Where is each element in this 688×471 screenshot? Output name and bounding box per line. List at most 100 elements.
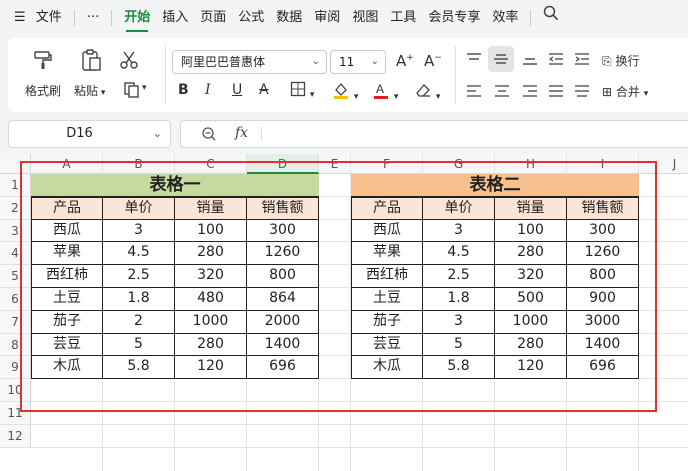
- table2-cell[interactable]: 西瓜: [351, 219, 423, 243]
- table2-cell[interactable]: 3000: [567, 310, 639, 334]
- table2-cell[interactable]: 土豆: [351, 288, 423, 311]
- merge-cells-button[interactable]: ⊞ 合并 ▾: [602, 83, 648, 100]
- row-header-5[interactable]: 5: [0, 265, 31, 288]
- increase-font-icon[interactable]: A+: [396, 52, 414, 70]
- table1-cell[interactable]: 800: [247, 265, 319, 288]
- column-header-a[interactable]: A: [31, 154, 103, 174]
- table2-cell[interactable]: 1.8: [423, 288, 495, 311]
- row-header-8[interactable]: 8: [0, 333, 31, 357]
- font-name-select[interactable]: 阿里巴巴普惠体 ⌄: [172, 50, 327, 74]
- table2-header-cell[interactable]: 销量: [495, 196, 567, 220]
- row-header-11[interactable]: 11: [0, 402, 31, 425]
- table2-cell[interactable]: 1000: [495, 310, 567, 334]
- row-header-2[interactable]: 2: [0, 196, 31, 220]
- table1-cell[interactable]: 5.8: [103, 356, 175, 380]
- indent-increase-icon[interactable]: [574, 52, 590, 69]
- row-header-3[interactable]: 3: [0, 219, 31, 243]
- table2-title[interactable]: 表格二: [351, 174, 639, 197]
- row-header-7[interactable]: 7: [0, 310, 31, 334]
- table1-cell[interactable]: 2000: [247, 310, 319, 334]
- decrease-font-icon[interactable]: A−: [424, 52, 442, 70]
- column-header-e[interactable]: E: [319, 154, 351, 174]
- row-header-12[interactable]: 12: [0, 424, 31, 448]
- table2-cell[interactable]: 1400: [567, 333, 639, 357]
- column-header-f[interactable]: F: [351, 154, 423, 174]
- align-middle-icon[interactable]: [488, 46, 514, 72]
- tab-page[interactable]: 页面: [194, 0, 232, 36]
- tab-tools[interactable]: 工具: [384, 0, 422, 36]
- table2-header-cell[interactable]: 产品: [351, 196, 423, 220]
- paste-icon[interactable]: [78, 48, 104, 72]
- tab-efficiency[interactable]: 效率: [486, 0, 524, 36]
- table1-cell[interactable]: 4.5: [103, 242, 175, 266]
- table1-header-cell[interactable]: 产品: [31, 196, 103, 220]
- table1-header-cell[interactable]: 单价: [103, 196, 175, 220]
- column-header-b[interactable]: B: [103, 154, 175, 174]
- table1-cell[interactable]: 1.8: [103, 288, 175, 311]
- table1-cell[interactable]: 696: [247, 356, 319, 380]
- format-painter-label[interactable]: 格式刷: [25, 82, 61, 99]
- table1-cell[interactable]: 茄子: [31, 310, 103, 334]
- table2-cell[interactable]: 696: [567, 356, 639, 380]
- name-box[interactable]: D16 ⌄: [8, 120, 171, 148]
- tab-review[interactable]: 审阅: [308, 0, 346, 36]
- table1-cell[interactable]: 2: [103, 310, 175, 334]
- table2-cell[interactable]: 120: [495, 356, 567, 380]
- table2-cell[interactable]: 茄子: [351, 310, 423, 334]
- table1-header-cell[interactable]: 销售额: [247, 196, 319, 220]
- select-all-corner[interactable]: [0, 154, 31, 174]
- table2-cell[interactable]: 4.5: [423, 242, 495, 266]
- table1-cell[interactable]: 1400: [247, 333, 319, 357]
- table1-cell[interactable]: 3: [103, 219, 175, 243]
- table1-cell[interactable]: 1260: [247, 242, 319, 266]
- table1-cell[interactable]: 土豆: [31, 288, 103, 311]
- align-right-icon[interactable]: [522, 84, 538, 101]
- table2-cell[interactable]: 100: [495, 219, 567, 243]
- table1-cell[interactable]: 300: [247, 219, 319, 243]
- table1-cell[interactable]: 120: [175, 356, 247, 380]
- align-top-icon[interactable]: [466, 52, 482, 69]
- row-header-6[interactable]: 6: [0, 288, 31, 311]
- bold-icon[interactable]: B: [178, 82, 189, 98]
- table2-cell[interactable]: 3: [423, 310, 495, 334]
- indent-decrease-icon[interactable]: [548, 52, 564, 69]
- tab-home[interactable]: 开始: [118, 0, 156, 36]
- table1-cell[interactable]: 西红柿: [31, 265, 103, 288]
- table1-cell[interactable]: 864: [247, 288, 319, 311]
- search-icon[interactable]: [537, 0, 565, 36]
- table1-cell[interactable]: 木瓜: [31, 356, 103, 380]
- row-header-4[interactable]: 4: [0, 242, 31, 266]
- table1-cell[interactable]: 1000: [175, 310, 247, 334]
- spreadsheet-grid[interactable]: A B C D E F G H I J 1 2 3 4 5 6 7 8 9 10 11 12 表格一 产品 单价 销量 销售额 西瓜 3…: [0, 154, 688, 471]
- table2-cell[interactable]: 3: [423, 219, 495, 243]
- table2-cell[interactable]: 500: [495, 288, 567, 311]
- fill-color-icon[interactable]: ▾: [332, 81, 358, 102]
- tab-member[interactable]: 会员专享: [422, 0, 486, 36]
- table1-cell[interactable]: 芸豆: [31, 333, 103, 357]
- format-painter-icon[interactable]: [30, 48, 56, 72]
- file-menu[interactable]: ☰ 文件: [0, 0, 68, 36]
- column-header-d[interactable]: D: [247, 154, 319, 174]
- column-header-g[interactable]: G: [423, 154, 495, 174]
- table2-cell[interactable]: 900: [567, 288, 639, 311]
- italic-icon[interactable]: I: [205, 82, 211, 98]
- table1-cell[interactable]: 280: [175, 333, 247, 357]
- table2-cell[interactable]: 800: [567, 265, 639, 288]
- table1-header-cell[interactable]: 销量: [175, 196, 247, 220]
- justify-icon[interactable]: [548, 84, 564, 101]
- table1-cell[interactable]: 280: [175, 242, 247, 266]
- row-header-10[interactable]: 10: [0, 379, 31, 402]
- fx-icon[interactable]: fx: [235, 125, 248, 141]
- table1-cell[interactable]: 西瓜: [31, 219, 103, 243]
- table1-cell[interactable]: 320: [175, 265, 247, 288]
- table1-cell[interactable]: 100: [175, 219, 247, 243]
- paste-label[interactable]: 粘贴 ▾: [74, 82, 105, 99]
- table2-cell[interactable]: 5.8: [423, 356, 495, 380]
- table2-cell[interactable]: 1260: [567, 242, 639, 266]
- strikethrough-icon[interactable]: A: [259, 82, 269, 98]
- table1-cell[interactable]: 2.5: [103, 265, 175, 288]
- column-header-h[interactable]: H: [495, 154, 567, 174]
- cut-icon[interactable]: [116, 48, 142, 72]
- table1-title[interactable]: 表格一: [31, 174, 319, 197]
- font-size-select[interactable]: 11 ⌄: [330, 50, 386, 74]
